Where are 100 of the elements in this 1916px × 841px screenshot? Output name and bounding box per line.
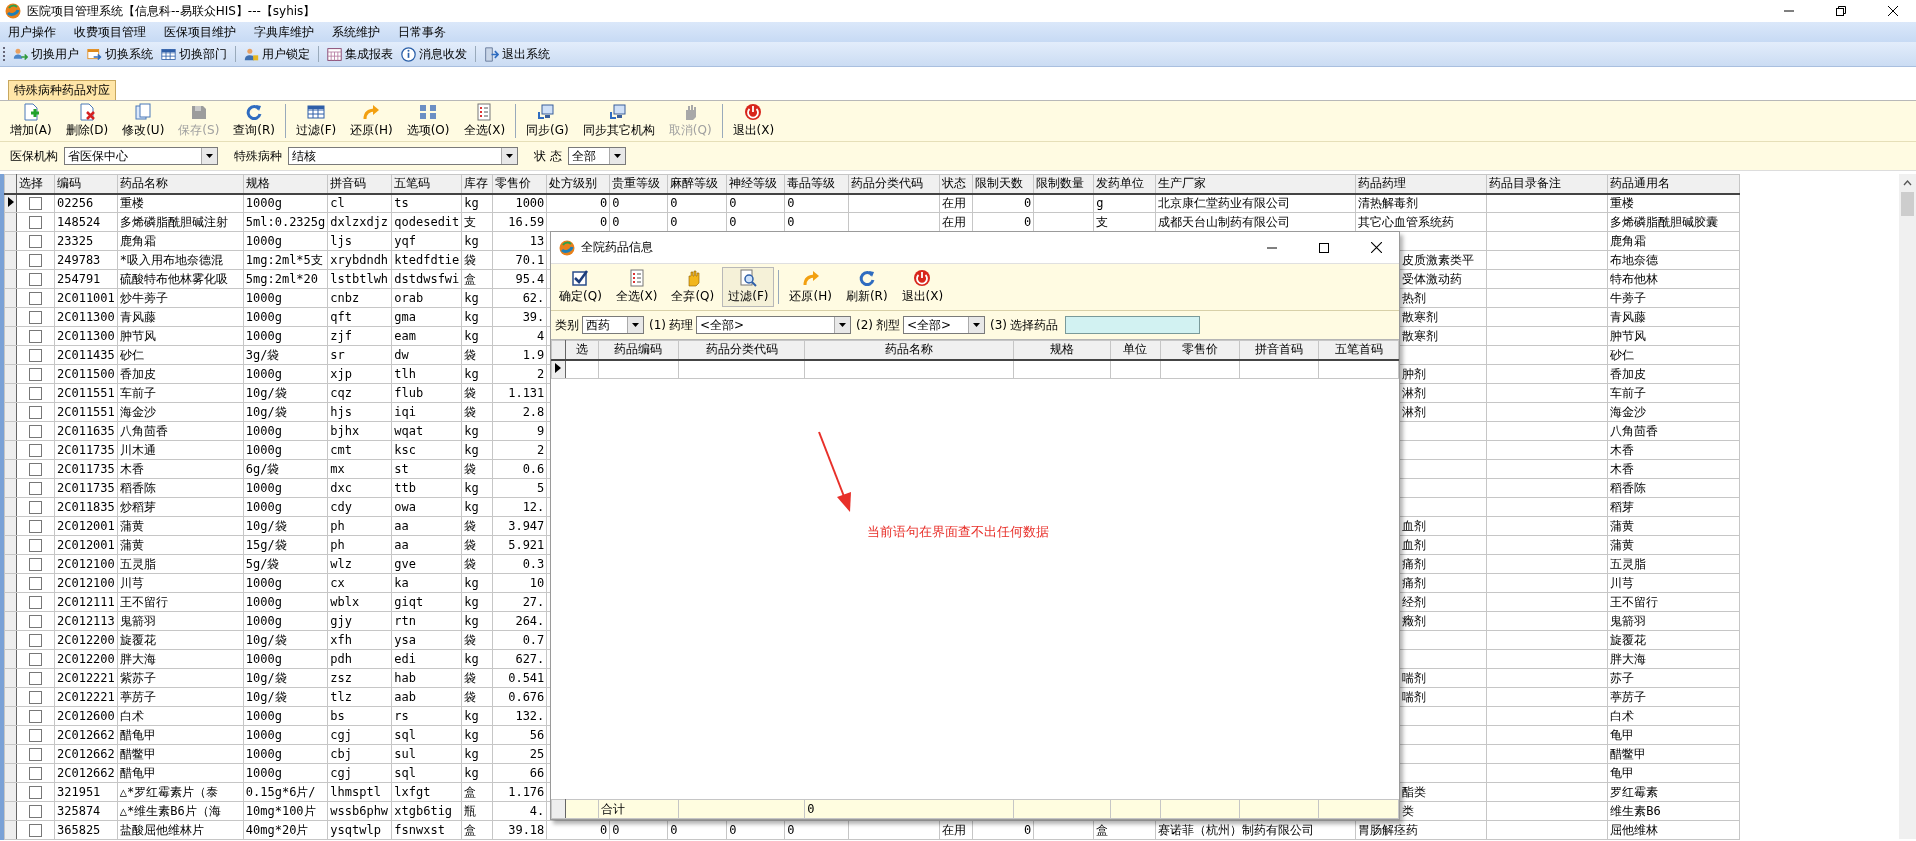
checkbox[interactable] <box>29 824 42 837</box>
toolbar-button[interactable]: 用户锁定 <box>242 45 312 63</box>
toolbar-button[interactable]: 全选(X) <box>457 101 512 141</box>
checkbox[interactable] <box>29 292 42 305</box>
checkbox[interactable] <box>29 748 42 761</box>
toolbar-button[interactable]: 删除(D) <box>59 101 115 141</box>
toolbar-button[interactable]: 退出(X) <box>726 101 781 141</box>
column-header[interactable]: 状态 <box>939 174 973 194</box>
search-field[interactable] <box>1065 316 1200 334</box>
toolbar-button[interactable]: 切换部门 <box>159 45 229 63</box>
checkbox[interactable] <box>29 387 42 400</box>
checkbox[interactable] <box>29 539 42 552</box>
checkbox[interactable] <box>29 710 42 723</box>
menu-item[interactable]: 用户操作 <box>8 23 56 41</box>
toolbar-button[interactable]: 选项(O) <box>400 101 456 141</box>
checkbox[interactable] <box>29 311 42 324</box>
column-header[interactable]: 药品分类代码 <box>678 340 805 360</box>
column-header[interactable]: 单位 <box>1110 340 1160 360</box>
column-header[interactable]: 药品通用名 <box>1607 174 1740 194</box>
column-header[interactable]: 药品名称 <box>804 340 1014 360</box>
checkbox[interactable] <box>29 197 42 211</box>
scroll-thumb[interactable] <box>1901 192 1914 216</box>
toolbar-button[interactable]: 确定(Q) <box>553 267 608 307</box>
checkbox[interactable] <box>29 368 42 381</box>
menu-item[interactable]: 字典库维护 <box>254 23 314 41</box>
dropdown[interactable]: <全部> <box>696 316 851 334</box>
column-header[interactable]: 限制天数 <box>972 174 1034 194</box>
scrollbar[interactable] <box>1899 174 1916 839</box>
column-header[interactable]: 神经等级 <box>726 174 785 194</box>
column-header[interactable]: 限制数量 <box>1033 174 1094 194</box>
toolbar-button[interactable]: 消息收发 <box>399 45 469 63</box>
toolbar-button[interactable]: 还原(H) <box>783 267 838 307</box>
checkbox[interactable] <box>29 273 42 286</box>
checkbox[interactable] <box>29 615 42 628</box>
toolbar-button[interactable]: 修改(U) <box>116 101 171 141</box>
menu-item[interactable]: 系统维护 <box>332 23 380 41</box>
toolbar-button[interactable]: 退出系统 <box>482 45 552 63</box>
checkbox[interactable] <box>29 444 42 457</box>
column-header[interactable]: 五笔码 <box>391 174 462 194</box>
toolbar-button[interactable]: 切换用户 <box>11 45 81 63</box>
checkbox[interactable] <box>29 767 42 780</box>
checkbox[interactable] <box>29 634 42 647</box>
checkbox[interactable] <box>29 786 42 799</box>
checkbox[interactable] <box>29 482 42 495</box>
menu-item[interactable]: 收费项目管理 <box>74 23 146 41</box>
column-header[interactable]: 药品药理 <box>1355 174 1487 194</box>
checkbox[interactable] <box>29 672 42 685</box>
checkbox[interactable] <box>29 577 42 590</box>
checkbox[interactable] <box>29 653 42 666</box>
toolbar-button[interactable]: 过滤(F) <box>290 101 343 141</box>
column-header[interactable]: 贵重等级 <box>609 174 668 194</box>
dropdown[interactable]: 全部 <box>567 147 626 165</box>
column-header[interactable]: 药品目录备注 <box>1486 174 1608 194</box>
toolbar-button[interactable]: 退出(X) <box>895 267 950 307</box>
tab[interactable]: 特殊病种药品对应 <box>8 80 116 100</box>
toolbar-button[interactable]: 刷新(R) <box>839 267 894 307</box>
column-header[interactable]: 发药单位 <box>1093 174 1156 194</box>
checkbox[interactable] <box>29 501 42 514</box>
checkbox[interactable] <box>29 596 42 609</box>
toolbar-button[interactable]: 查询(R) <box>227 101 282 141</box>
column-header[interactable]: 零售价 <box>1160 340 1240 360</box>
checkbox[interactable] <box>29 425 42 438</box>
column-header[interactable]: 拼音首码 <box>1239 340 1319 360</box>
toolbar-button[interactable]: 全选(X) <box>609 267 664 307</box>
toolbar-button[interactable]: 同步其它机构 <box>576 101 661 141</box>
column-header[interactable]: 零售价 <box>492 174 547 194</box>
toolbar-button[interactable]: 还原(H) <box>344 101 399 141</box>
checkbox[interactable] <box>29 558 42 571</box>
checkbox[interactable] <box>29 216 42 229</box>
column-header[interactable]: 规格 <box>1013 340 1111 360</box>
checkbox[interactable] <box>29 235 42 248</box>
column-header[interactable]: 编码 <box>54 174 118 194</box>
toolbar-button[interactable]: 过滤(F) <box>722 267 775 307</box>
column-header[interactable]: 生产厂家 <box>1155 174 1356 194</box>
toolbar-button[interactable]: 集成报表 <box>325 45 395 63</box>
column-header[interactable]: 麻醉等级 <box>667 174 727 194</box>
column-header[interactable]: 选 <box>565 340 599 360</box>
column-header[interactable]: 规格 <box>243 174 328 194</box>
column-header[interactable]: 药品分类代码 <box>848 174 940 194</box>
checkbox[interactable] <box>29 330 42 343</box>
toolbar-button[interactable]: 切换系统 <box>85 45 155 63</box>
checkbox[interactable] <box>29 691 42 704</box>
checkbox[interactable] <box>29 729 42 742</box>
checkbox[interactable] <box>29 463 42 476</box>
column-header[interactable]: 拼音码 <box>327 174 392 194</box>
column-header[interactable]: 选择 <box>16 174 55 194</box>
column-header[interactable]: 处方级别 <box>546 174 610 194</box>
checkbox[interactable] <box>29 520 42 533</box>
toolbar-button[interactable]: 同步(G) <box>520 101 575 141</box>
column-header[interactable]: 药品编码 <box>598 340 679 360</box>
checkbox[interactable] <box>29 254 42 267</box>
dropdown[interactable]: 西药 <box>582 316 644 334</box>
column-header[interactable]: 五笔首码 <box>1318 340 1399 360</box>
checkbox[interactable] <box>29 349 42 362</box>
column-header[interactable]: 药品名称 <box>117 174 244 194</box>
menu-item[interactable]: 日常事务 <box>398 23 446 41</box>
column-header[interactable]: 库存 <box>461 174 493 194</box>
checkbox[interactable] <box>29 805 42 818</box>
checkbox[interactable] <box>29 406 42 419</box>
dropdown[interactable]: <全部> <box>903 316 985 334</box>
